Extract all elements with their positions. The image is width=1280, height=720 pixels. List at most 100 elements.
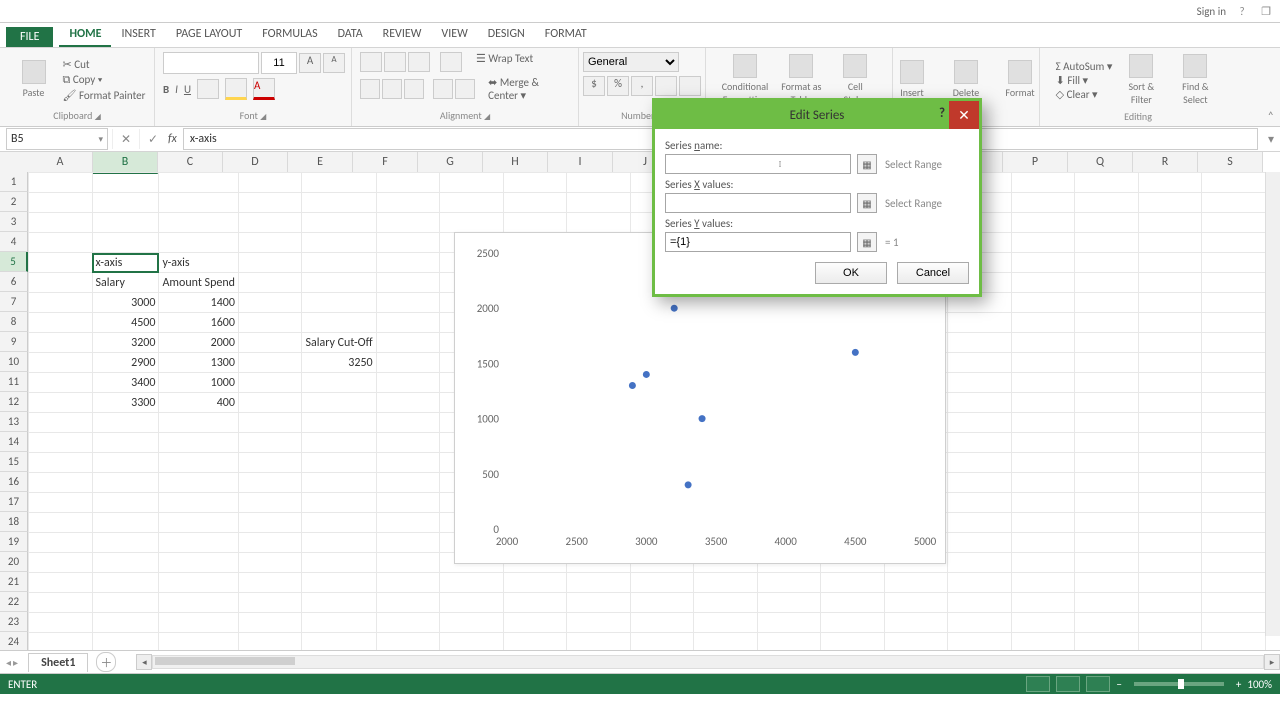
cell[interactable] (302, 313, 376, 333)
row-header[interactable]: 24 (0, 632, 28, 651)
cell[interactable] (302, 473, 376, 493)
delete-cells-button[interactable]: Delete (941, 58, 991, 101)
cell[interactable] (948, 313, 1012, 333)
cell[interactable] (1011, 353, 1075, 373)
cell[interactable] (948, 373, 1012, 393)
cell[interactable] (948, 493, 1012, 513)
cell[interactable] (1075, 433, 1139, 453)
cell[interactable] (159, 453, 239, 473)
cell[interactable] (1138, 333, 1202, 353)
cell[interactable] (1075, 633, 1139, 652)
cell[interactable] (238, 493, 302, 513)
cell[interactable] (1011, 453, 1075, 473)
cell[interactable] (1202, 553, 1266, 573)
cell[interactable] (1075, 613, 1139, 633)
cell[interactable]: x-axis (92, 253, 159, 273)
window-restore-icon[interactable]: ❐ (1258, 3, 1274, 19)
cell[interactable] (1075, 273, 1139, 293)
row-header[interactable]: 9 (0, 332, 28, 352)
sign-in-link[interactable]: Sign in (1197, 5, 1226, 18)
cell[interactable] (503, 173, 567, 193)
cell[interactable] (302, 573, 376, 593)
cell[interactable] (92, 593, 159, 613)
row-header[interactable]: 12 (0, 392, 28, 412)
cell[interactable] (29, 613, 93, 633)
cell[interactable] (1202, 633, 1266, 652)
cell[interactable] (29, 373, 93, 393)
comma-button[interactable]: , (631, 76, 653, 96)
cell[interactable] (440, 213, 504, 233)
percent-button[interactable]: % (607, 76, 629, 96)
cell[interactable] (1011, 533, 1075, 553)
font-color-button[interactable]: A (253, 78, 275, 100)
row-header[interactable]: 8 (0, 312, 28, 332)
cell[interactable] (1202, 453, 1266, 473)
column-header[interactable]: E (288, 152, 353, 173)
cell[interactable] (1202, 353, 1266, 373)
cell[interactable] (948, 433, 1012, 453)
cell[interactable] (29, 253, 93, 273)
cell[interactable] (29, 573, 93, 593)
row-header[interactable]: 22 (0, 592, 28, 612)
cell[interactable] (757, 573, 821, 593)
underline-button[interactable]: U (184, 83, 191, 96)
row-header[interactable]: 3 (0, 212, 28, 232)
cell[interactable] (757, 593, 821, 613)
copy-button[interactable]: ⧉ Copy ▾ (63, 73, 103, 87)
cell[interactable] (376, 193, 440, 213)
cell[interactable] (1011, 413, 1075, 433)
tab-nav-next-icon[interactable]: ▸ (13, 656, 18, 669)
cell[interactable] (503, 193, 567, 213)
clear-button[interactable]: ◇ Clear ▾ (1056, 88, 1113, 101)
cell[interactable] (92, 533, 159, 553)
zoom-slider[interactable] (1134, 682, 1224, 686)
cell[interactable] (1011, 633, 1075, 652)
cell[interactable] (440, 613, 504, 633)
cell[interactable] (884, 633, 948, 652)
row-header[interactable]: 4 (0, 232, 28, 252)
cell[interactable] (376, 253, 440, 273)
cell[interactable]: 4500 (92, 313, 159, 333)
cell[interactable] (757, 613, 821, 633)
cell[interactable] (567, 573, 631, 593)
range-picker-icon[interactable]: ▦ (857, 154, 877, 174)
cell[interactable] (238, 453, 302, 473)
cell[interactable] (92, 233, 159, 253)
align-middle-icon[interactable] (384, 52, 406, 72)
increase-decimal-icon[interactable] (655, 76, 677, 96)
cell[interactable] (1138, 433, 1202, 453)
cell[interactable] (29, 633, 93, 652)
cell[interactable] (302, 633, 376, 652)
cell[interactable] (302, 553, 376, 573)
cell[interactable] (1011, 493, 1075, 513)
cell[interactable] (302, 293, 376, 313)
cell[interactable] (1075, 313, 1139, 333)
dialog-close-icon[interactable]: ✕ (949, 101, 979, 129)
font-family-combo[interactable] (163, 52, 259, 74)
cell[interactable] (376, 313, 440, 333)
cell[interactable] (238, 233, 302, 253)
cell[interactable] (302, 273, 376, 293)
ribbon-tab-format[interactable]: FORMAT (535, 23, 597, 47)
format-cells-button[interactable]: Format (995, 58, 1045, 101)
cell[interactable] (1138, 453, 1202, 473)
cell[interactable] (159, 593, 239, 613)
cell[interactable] (92, 513, 159, 533)
row-header[interactable]: 20 (0, 552, 28, 572)
row-header[interactable]: 21 (0, 572, 28, 592)
cell[interactable] (884, 573, 948, 593)
cell[interactable] (1202, 473, 1266, 493)
cell[interactable] (1138, 213, 1202, 233)
cell[interactable] (948, 613, 1012, 633)
cell[interactable] (1075, 353, 1139, 373)
cell[interactable] (92, 213, 159, 233)
cell[interactable] (302, 593, 376, 613)
cell[interactable] (29, 453, 93, 473)
cell[interactable] (1011, 593, 1075, 613)
cell[interactable] (1138, 553, 1202, 573)
cell[interactable] (302, 513, 376, 533)
cell[interactable] (92, 633, 159, 652)
cell[interactable] (1202, 433, 1266, 453)
cell[interactable] (1011, 553, 1075, 573)
cell[interactable] (1011, 433, 1075, 453)
